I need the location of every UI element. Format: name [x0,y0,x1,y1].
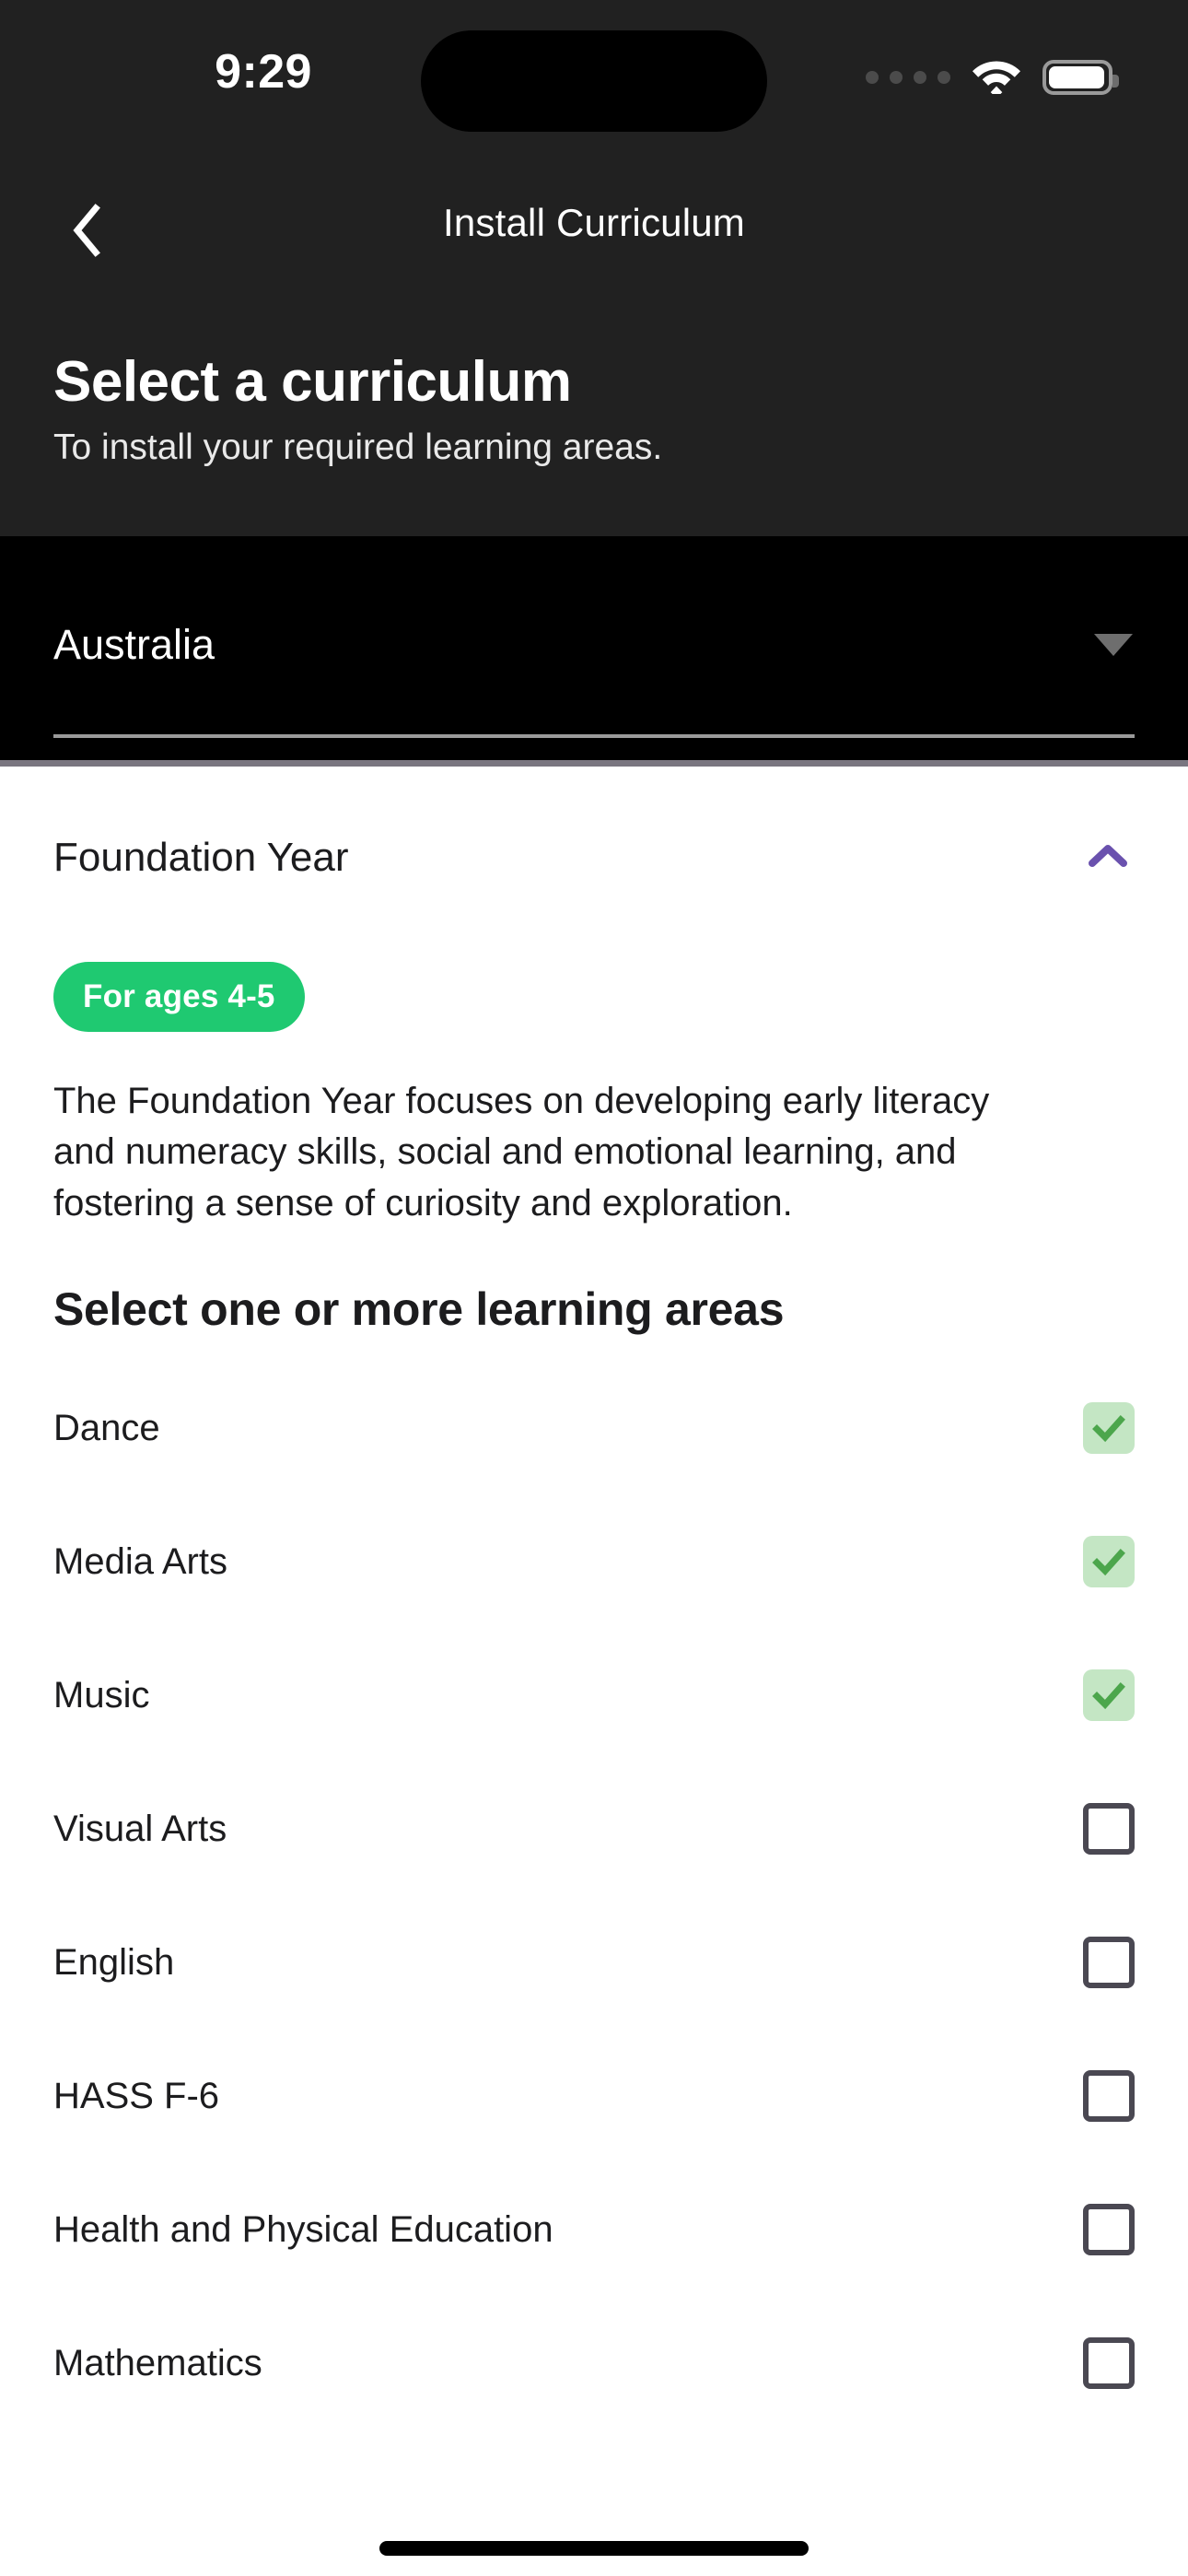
check-icon [1092,1415,1125,1443]
page-title: Select a curriculum [53,350,572,414]
list-item[interactable]: English [53,1896,1135,2030]
learning-area-checkbox[interactable] [1083,1937,1135,1989]
list-item[interactable]: Music [53,1629,1135,1762]
list-item[interactable]: Visual Arts [53,1762,1135,1896]
cellular-dots-icon [866,70,950,84]
status-indicators [866,55,1119,99]
country-select-value: Australia [53,621,215,669]
page-header: Select a curriculum To install your requ… [0,295,1188,537]
list-item[interactable]: Dance [53,1362,1135,1495]
check-icon [1092,1682,1125,1710]
learning-area-checkbox[interactable] [1083,1669,1135,1722]
check-icon [1092,1549,1125,1576]
list-item[interactable]: Mathematics [53,2297,1135,2430]
accordion-title: Foundation Year [53,835,349,881]
learning-area-label: Dance [53,1407,160,1448]
status-bar: 9:29 [0,0,1188,166]
learning-areas-heading: Select one or more learning areas [53,1282,785,1335]
learning-area-checkbox[interactable] [1083,1803,1135,1856]
list-item[interactable]: HASS F-6 [53,2030,1135,2163]
phone-screen: 9:29 Install Curriculum Select a curricu… [0,0,1188,2576]
learning-area-label: Media Arts [53,1540,227,1582]
battery-full-icon [1042,59,1119,95]
age-range-badge: For ages 4-5 [53,962,305,1033]
caret-down-icon [1094,634,1133,657]
page-subtitle: To install your required learning areas. [53,427,663,468]
learning-area-label: English [53,1941,175,1983]
learning-area-label: Health and Physical Education [53,2208,553,2250]
wifi-icon [971,55,1022,99]
learning-area-label: Visual Arts [53,1808,227,1849]
learning-area-checkbox[interactable] [1083,2204,1135,2256]
country-select-block: Australia [0,536,1188,761]
learning-area-checkbox[interactable] [1083,1402,1135,1455]
curriculum-description: The Foundation Year focuses on developin… [53,1081,990,1224]
learning-area-label: Music [53,1674,150,1715]
chevron-up-icon[interactable] [1087,842,1129,874]
learning-area-checkbox[interactable] [1083,2070,1135,2123]
learning-area-checkbox[interactable] [1083,1536,1135,1588]
home-indicator[interactable] [379,2541,809,2556]
list-item[interactable]: Health and Physical Education [53,2163,1135,2297]
learning-area-label: Mathematics [53,2342,262,2383]
dynamic-island [421,30,767,132]
list-item[interactable]: Media Arts [53,1495,1135,1629]
section-divider [0,760,1188,767]
country-select[interactable]: Australia [53,606,1135,684]
curriculum-content: Foundation Year For ages 4-5 The Foundat… [0,767,1188,2430]
learning-areas-list: Dance Media Arts Music Visual Arts Engli… [53,1362,1135,2430]
learning-area-checkbox[interactable] [1083,2337,1135,2390]
country-select-underline [53,734,1135,739]
accordion-foundation-year[interactable]: Foundation Year [53,767,1135,912]
nav-bar: Install Curriculum [0,166,1188,295]
learning-area-label: HASS F-6 [53,2075,220,2116]
nav-title: Install Curriculum [442,201,745,244]
status-time: 9:29 [215,45,312,99]
